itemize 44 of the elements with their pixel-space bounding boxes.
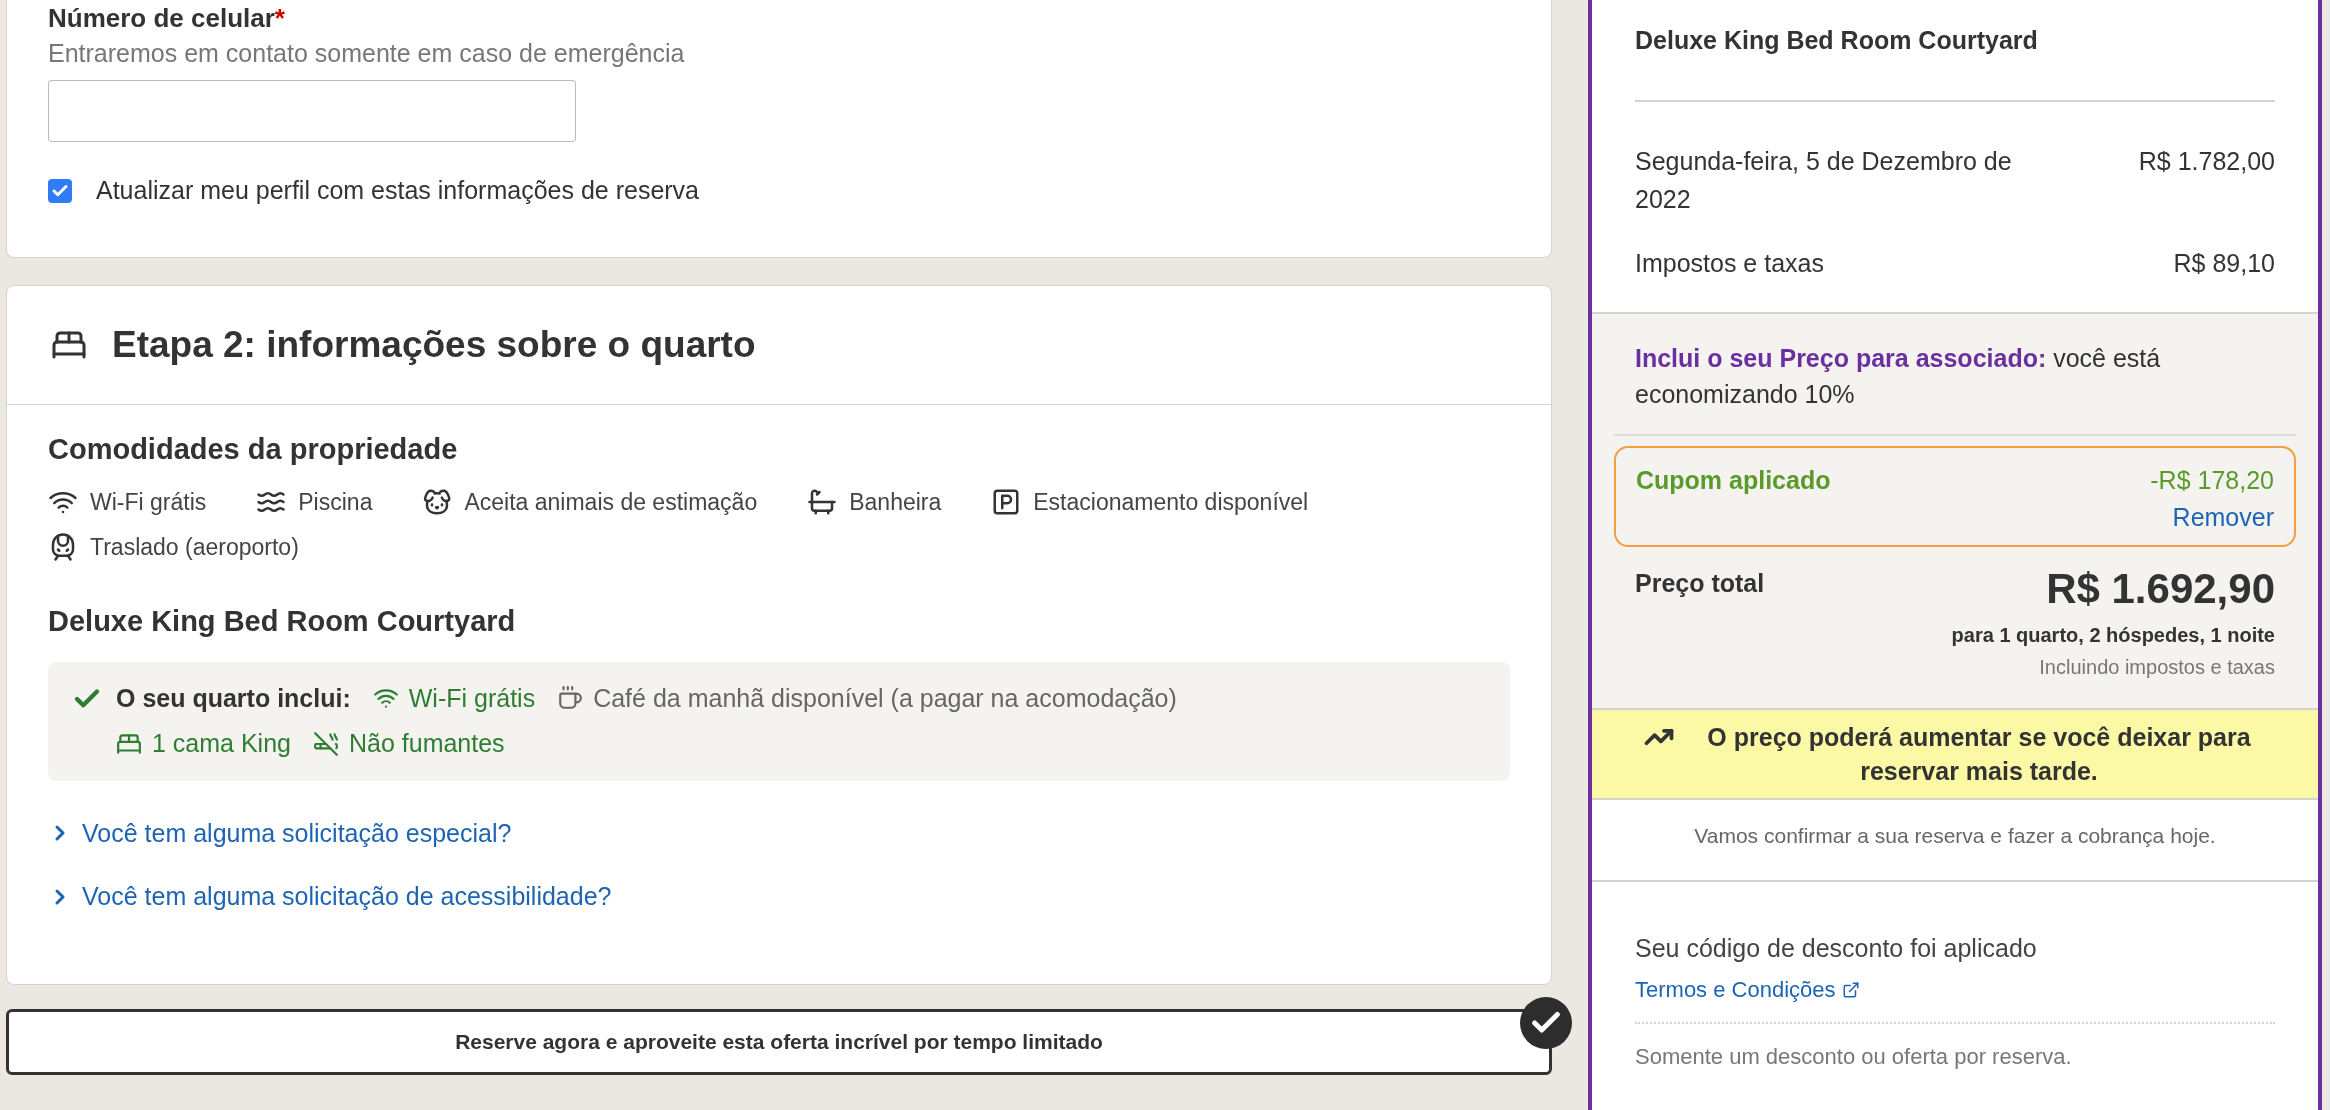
terms-link[interactable]: Termos e Condições (1635, 973, 1836, 1006)
line-label: Segunda-feira, 5 de Dezembro de 2022 (1635, 145, 2013, 215)
amenity-label: Banheira (849, 488, 942, 517)
no-smoking-icon (312, 730, 339, 757)
coffee-icon (557, 685, 584, 712)
member-savings-text: Inclui o seu Preço para associado: você está economizando 10% (1614, 339, 2296, 436)
amenities-title: Comodidades da propriedade (48, 432, 459, 467)
request-link[interactable]: Você tem alguma solicitação especial? (82, 814, 512, 852)
amenity-label: Estacionamento disponível (1033, 488, 1309, 517)
discount-title: Seu código de desconto foi aplicado (1635, 932, 2038, 964)
request-link[interactable]: Você tem alguma solicitação de acessibilidade? (82, 878, 612, 916)
included-item: Wi-Fi grátis (408, 682, 536, 714)
amenity-label: Piscina (298, 488, 373, 517)
charge-note: Vamos confirmar a sua reserva e fazer a cobrança hoje. (1592, 799, 2318, 882)
included-item: Não fumantes (348, 728, 505, 759)
coupon-label: Cupom aplicado (1636, 464, 1831, 496)
discount-note: Somente um desconto ou oferta por reserva. (1635, 1043, 2073, 1071)
external-link-icon (1841, 980, 1860, 999)
parking-icon (991, 487, 1022, 518)
amenity-label: Traslado (aeroporto) (90, 532, 299, 562)
total-price: R$ 1.692,90 (2046, 563, 2275, 614)
field-label: Número de celular* (48, 2, 286, 35)
remove-link[interactable]: Remover (2172, 499, 2274, 537)
phone-input[interactable] (48, 80, 576, 142)
field-hint: Entraremos em contato somente em caso de emergência (48, 38, 686, 69)
coupon-amount: -R$ 178,20 (2150, 464, 2274, 496)
total-note: Incluindo impostos e taxas (2038, 654, 2276, 680)
line-amount: R$ 89,10 (2173, 247, 2275, 279)
room-name: Deluxe King Bed Room Courtyard (48, 604, 517, 639)
checkbox[interactable] (48, 178, 72, 203)
offer-banner[interactable]: Reserve agora e aproveite esta oferta incrível por tempo limitado (6, 1009, 1552, 1075)
includes-label: O seu quarto inclui: (116, 682, 351, 714)
summary-title: Deluxe King Bed Room Courtyard (1635, 25, 2039, 56)
total-detail: para 1 quarto, 2 hóspedes, 1 noite (1950, 622, 2276, 648)
total-label: Preço total (1635, 567, 1765, 599)
checkbox-label: Atualizar meu perfil com estas informações de reserva (96, 175, 700, 206)
section-title: Etapa 2: informações sobre o quarto (112, 323, 756, 368)
warning-text: O preço poderá aumentar se você deixar para reservar mais tarde. (1706, 721, 2252, 787)
amenity-label: Wi-Fi grátis (90, 488, 207, 517)
line-amount: R$ 1.782,00 (2138, 145, 2275, 177)
amenity-label: Aceita animais de estimação (464, 488, 758, 517)
included-item: Café da manhã disponível (a pagar na acomodação) (593, 682, 1177, 714)
line-label: Impostos e taxas (1635, 247, 1825, 279)
included-item: 1 cama King (152, 728, 291, 759)
